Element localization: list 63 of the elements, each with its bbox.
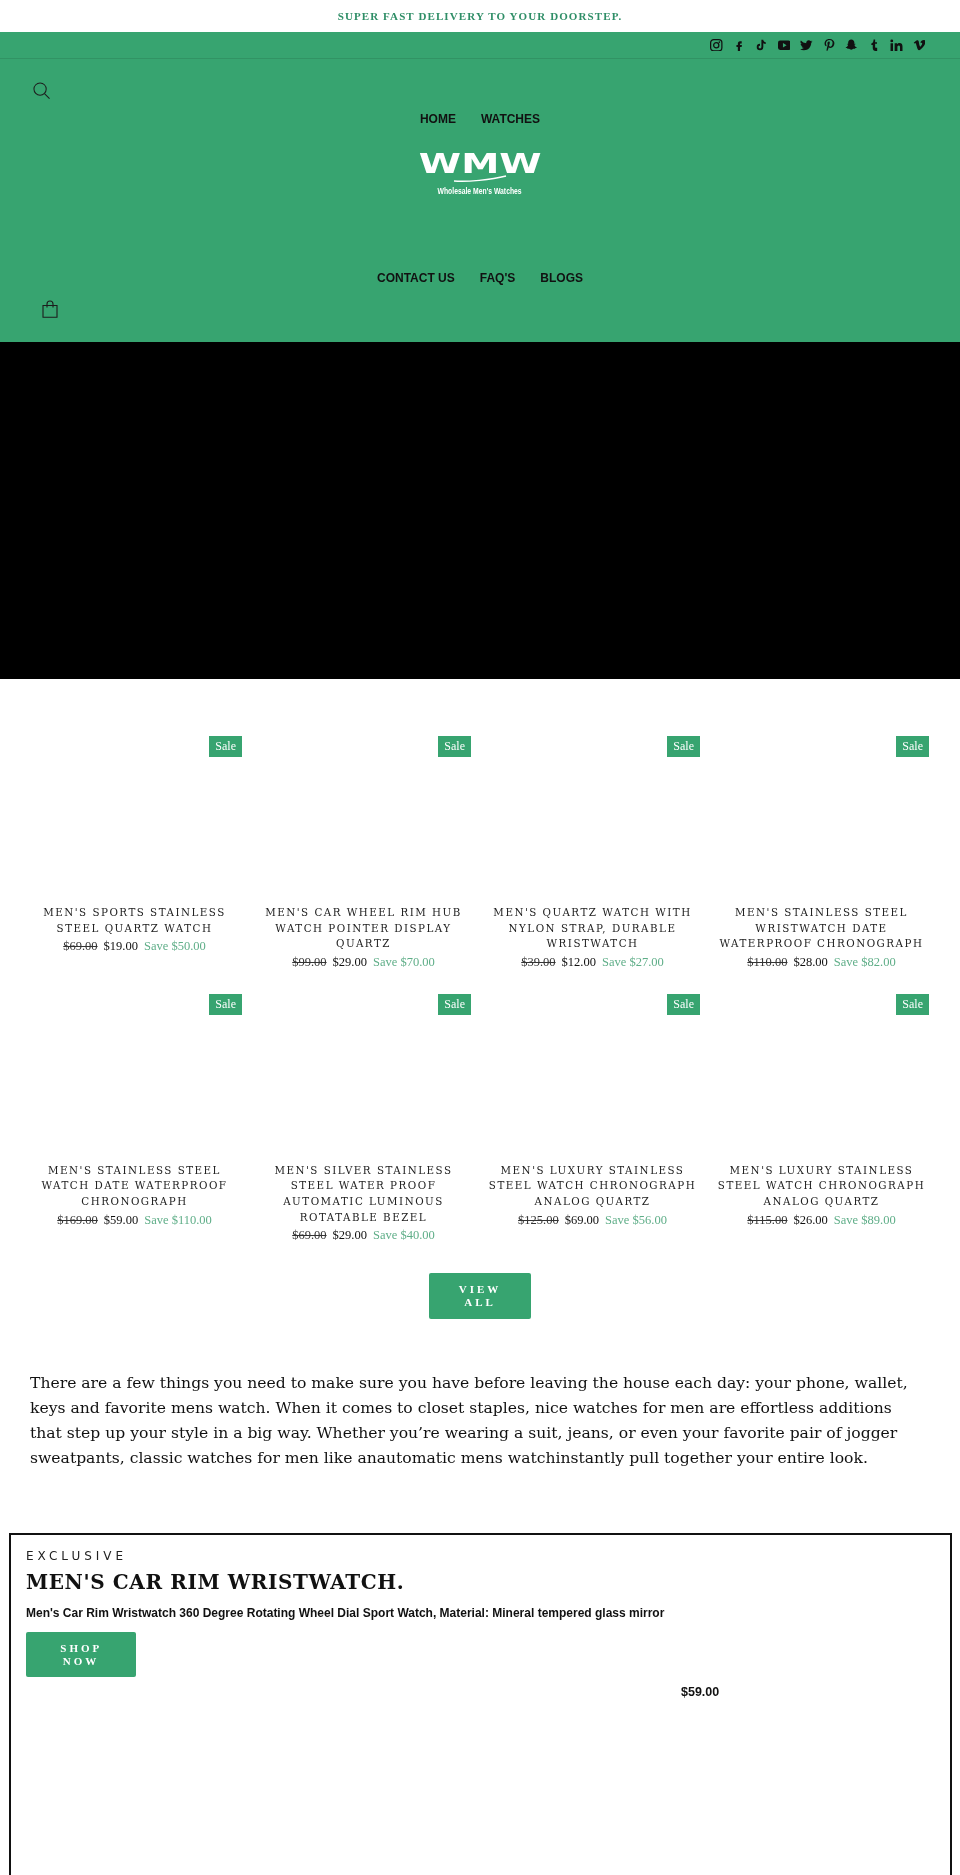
nav-link[interactable]: BLOGS [540,270,583,286]
nav-link[interactable]: FAQ'S [479,270,516,286]
letter-p-icon[interactable] [822,38,835,52]
savings-text: Save $89.00 [833,1211,896,1228]
nav-link[interactable]: HOME [419,111,456,127]
compare-price: $69.00 [292,1227,327,1244]
sale-price: $69.00 [564,1211,600,1228]
compare-price: $115.00 [747,1211,788,1228]
product-title[interactable]: MEN'S LUXURY STAINLESS STEEL WATCH CHRONOGRAPH ANALOG QUARTZ [714,1162,929,1210]
sale-price: $29.00 [332,1227,367,1244]
nav-link[interactable]: CONTACT US [377,270,455,286]
music-note-icon[interactable] [755,38,768,52]
sale-badge: Sale [438,993,471,1015]
nav-link[interactable]: WATCHES [480,111,541,127]
camera-icon[interactable] [710,38,723,52]
eyebrow-label: EXCLUSIVE [26,1548,128,1565]
featured-description: Men's Car Rim Wristwatch 360 Degree Rotating Wheel Dial Sport Watch, Material: Mineral tempered glass mirror [26,1605,665,1623]
play-button-icon[interactable] [777,38,790,52]
sale-badge: Sale [438,736,471,757]
search-icon[interactable] [33,82,50,99]
logo-tagline: Wholesale Men's Watches [437,186,523,196]
product-title[interactable]: MEN'S CAR WHEEL RIM HUB WATCH POINTER DISPLAY QUARTZ [256,905,471,952]
ghost-icon[interactable] [845,38,858,52]
product-title[interactable]: MEN'S SPORTS STAINLESS STEEL QUARTZ WATCH [27,905,242,937]
sale-badge: Sale [896,736,929,757]
featured-price: $59.00 [681,1684,720,1701]
letters-in-icon[interactable] [890,38,903,52]
savings-text: Save $56.00 [605,1211,667,1228]
compare-price: $110.00 [747,953,788,970]
savings-text: Save $82.00 [833,953,896,970]
announcement-text: SUPER FAST DELIVERY TO YOUR DOORSTEP. [337,9,623,23]
sale-price: $19.00 [103,938,138,955]
compare-price: $69.00 [63,938,98,955]
sale-price: $29.00 [332,953,367,970]
sale-badge: Sale [667,736,700,757]
savings-text: Save $27.00 [601,953,664,970]
sale-badge: Sale [209,736,242,757]
product-title[interactable]: MEN'S STAINLESS STEEL WATCH DATE WATERPROOF CHRONOGRAPH [27,1162,242,1210]
compare-price: $125.00 [518,1211,559,1228]
compare-price: $39.00 [521,953,556,970]
product-title[interactable]: MEN'S SILVER STAINLESS STEEL WATER PROOF AUTOMATIC LUMINOUS ROTATABLE BEZEL [256,1162,471,1226]
intro-paragraph: There are a few things you need to make sure you have before leaving the house each day: your phone, wallet, keys and favorite mens watch. When it comes to closet staples, nice watches for men are effortless additions that step up your style in a big way. Whether you’re wearing a suit, jeans, or even your favorite pair of jogger sweatpants, classic watches for men like anautomatic mens watchinstantly pull together your entire look. [29,1373,909,1470]
savings-text: Save $70.00 [372,953,435,970]
compare-price: $169.00 [57,1211,98,1228]
sale-price: $28.00 [793,953,828,970]
shopping-bag-icon[interactable] [42,300,58,318]
featured-title: MEN'S CAR RIM WRISTWATCH. [26,1569,405,1596]
bird-icon[interactable] [800,38,813,52]
savings-text: Save $50.00 [143,938,206,955]
product-title[interactable]: MEN'S LUXURY STAINLESS STEEL WATCH CHRONOGRAPH ANALOG QUARTZ [485,1162,700,1210]
sale-badge: Sale [896,993,929,1015]
sale-price: $12.00 [561,953,596,970]
savings-text: Save $40.00 [372,1227,435,1244]
product-title[interactable]: MEN'S STAINLESS STEEL WRISTWATCH DATE WATERPROOF CHRONOGRAPH [714,905,929,952]
swoosh-icon [453,175,507,182]
sale-price: $59.00 [103,1211,139,1228]
letter-v-icon[interactable] [912,38,925,52]
sale-badge: Sale [667,993,700,1015]
savings-text: Save $110.00 [144,1211,212,1228]
product-title[interactable]: MEN'S QUARTZ WATCH WITH NYLON STRAP, DURABLE WRISTWATCH [485,905,700,952]
compare-price: $99.00 [292,953,327,970]
sale-price: $26.00 [793,1211,828,1228]
sale-badge: Sale [209,993,242,1015]
